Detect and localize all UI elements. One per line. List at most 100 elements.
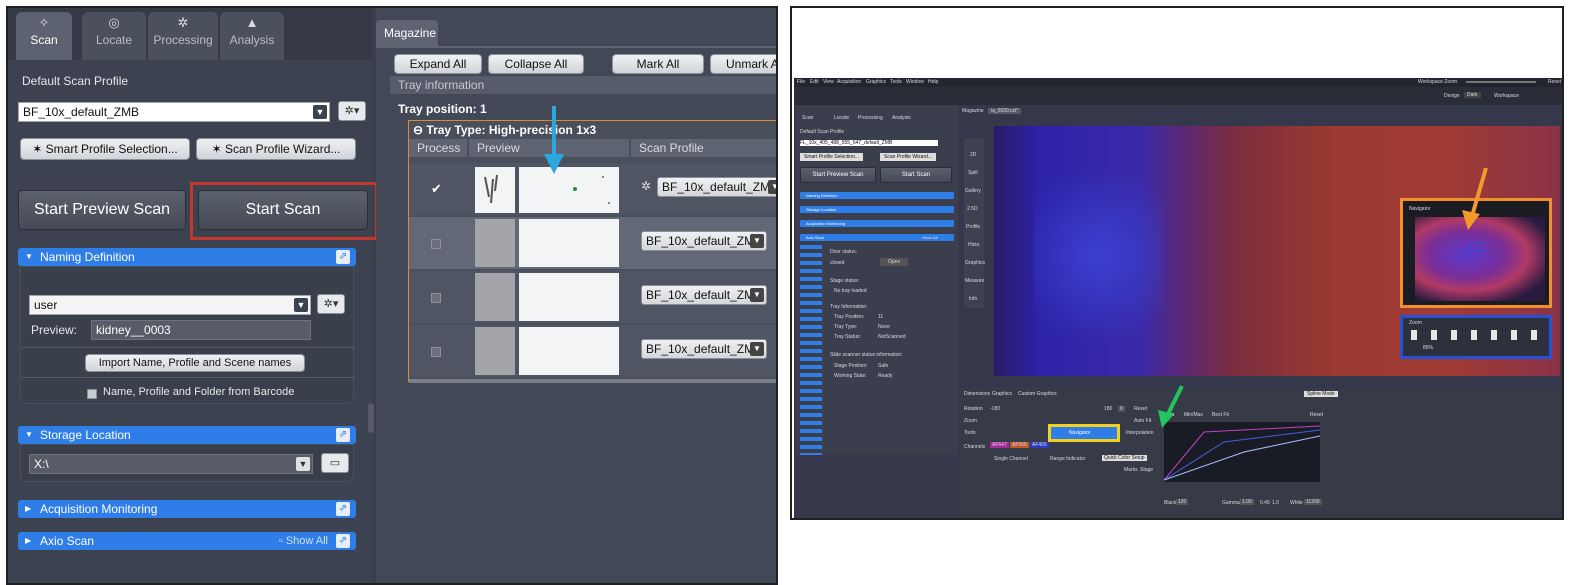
table-row[interactable]: BF_10x_default_ZMB ▼ [409, 271, 776, 323]
menu-window[interactable]: Window [906, 79, 924, 85]
black-value[interactable]: 120 [1176, 499, 1189, 505]
tab-scan[interactable]: Scan [802, 115, 813, 121]
storage-location-header[interactable]: ▼ Storage Location ⇗ [18, 426, 356, 444]
rotation-reset[interactable]: Reset [1134, 406, 1147, 412]
tab-analysis[interactable]: ▲ Analysis [220, 12, 284, 60]
folder-browse-button[interactable]: ▭ [321, 453, 349, 473]
white-value[interactable]: 11200 [1304, 499, 1322, 505]
row-profile-dropdown[interactable]: BF_10x_default_ZMB▼ [641, 231, 767, 251]
preview-name-field[interactable]: kidney__0003 [91, 320, 311, 340]
navigator-button[interactable]: Navigator [1048, 424, 1120, 442]
start-preview-scan-button[interactable]: Start Preview Scan [18, 190, 186, 230]
storage-location-header[interactable]: Storage Location [800, 206, 954, 213]
profile-dropdown[interactable]: BF_10x_default_ZMB ▼ [18, 102, 330, 122]
navigator-viewport-frame[interactable] [1469, 243, 1483, 251]
marks-button[interactable]: Marks [1124, 467, 1138, 473]
view-tab-graphics[interactable]: Graphics [965, 260, 985, 266]
naming-definition-header[interactable]: ▼ Naming Definition ⇗ [18, 248, 356, 266]
tab-scan[interactable]: ✧ Scan [16, 12, 72, 60]
tab-custom-graphics[interactable]: Custom Graphics [1018, 391, 1057, 397]
show-all-toggle[interactable]: Show All [922, 235, 937, 240]
process-checkbox[interactable] [431, 239, 441, 249]
smart-profile-button[interactable]: ✶ Smart Profile Selection... [20, 138, 190, 160]
profile-wizard-button[interactable]: Scan Profile Wizard... [880, 153, 937, 161]
channel-af405[interactable]: AF405 [1030, 442, 1049, 448]
channel-af555[interactable]: AF555 [1010, 442, 1029, 448]
tab-image-file[interactable]: ia_0020.czi* [988, 108, 1022, 114]
collapse-all-button[interactable]: Collapse All [488, 54, 584, 74]
view-tab-info[interactable]: Info [969, 296, 977, 302]
start-preview-scan-button[interactable]: Start Preview Scan [800, 167, 876, 183]
row-profile-dropdown[interactable]: BF_10x_default_ZMB▼ [641, 285, 767, 305]
view-tab-25d[interactable]: 2.5D [967, 206, 978, 212]
view-tab-2d[interactable]: 2D [970, 152, 976, 158]
view-tab-measure[interactable]: Measure [965, 278, 984, 284]
popout-icon[interactable]: ⇗ [336, 502, 350, 516]
tab-magazine[interactable]: Magazine [376, 20, 438, 46]
menu-tools[interactable]: Tools [890, 79, 902, 85]
axio-scan-header[interactable]: ▶ Axio Scan ▫ Show All ⇗ [18, 532, 356, 550]
menu-view[interactable]: View [823, 79, 834, 85]
menu-acquisition[interactable]: Acquisition [837, 79, 861, 85]
gamma-value[interactable]: 1.00 [1240, 499, 1254, 505]
popout-icon[interactable]: ⇗ [336, 428, 350, 442]
splitter-handle[interactable] [368, 403, 374, 433]
interpolation-checkbox[interactable]: Interpolation [1126, 430, 1154, 436]
profile-gear-button[interactable]: ✲▾ [338, 101, 366, 121]
menu-help[interactable]: Help [928, 79, 938, 85]
tray-type-header[interactable]: ⊖ Tray Type: High-precision 1x3 [413, 123, 596, 137]
rotation-value[interactable]: 0 [1118, 406, 1125, 412]
stage-button[interactable]: Stage [1140, 467, 1153, 473]
tab-locate[interactable]: Locate [834, 115, 849, 121]
tab-magazine[interactable]: Magazine [962, 108, 984, 114]
view-tab-split[interactable]: Split [968, 170, 978, 176]
acquisition-monitoring-header[interactable]: Acquisition Monitoring [800, 220, 954, 227]
horizontal-scrollbar[interactable] [409, 379, 776, 383]
table-row[interactable]: BF_10x_default_ZMB ▼ [409, 217, 776, 269]
table-row[interactable]: BF_10x_default_ZMB ▼ [409, 325, 776, 377]
histogram-reset[interactable]: Reset [1310, 412, 1323, 418]
storage-path-dropdown[interactable]: X:\ ▼ [29, 454, 313, 474]
zoom-preset-buttons[interactable] [1411, 330, 1545, 340]
tab-graphics[interactable]: Graphics [992, 391, 1012, 397]
single-channel-checkbox[interactable]: Single Channel [994, 456, 1028, 462]
workspace-zoom-slider[interactable] [1466, 81, 1536, 83]
menu-graphics[interactable]: Graphics [866, 79, 886, 85]
barcode-checkbox[interactable] [87, 389, 97, 399]
tab-processing[interactable]: Processing [858, 115, 883, 121]
menu-file[interactable]: File [797, 79, 805, 85]
process-checkbox[interactable] [431, 293, 441, 303]
histogram-chart[interactable] [1163, 422, 1321, 482]
popout-icon[interactable]: ⇗ [336, 534, 350, 548]
col-scan-profile[interactable]: Scan Profile [631, 139, 776, 157]
start-scan-button[interactable]: Start Scan [880, 167, 952, 183]
profile-wizard-button[interactable]: ✶ Scan Profile Wizard... [196, 138, 356, 160]
view-tab-gallery[interactable]: Gallery [965, 188, 981, 194]
profile-dropdown[interactable]: FL_10x_405_488_555_647_default_ZMB [800, 140, 938, 146]
unmark-all-button[interactable]: Unmark All [710, 54, 776, 74]
process-checkbox[interactable] [431, 347, 441, 357]
design-dropdown[interactable]: Dark [1464, 92, 1481, 98]
expand-all-button[interactable]: Expand All [394, 54, 482, 74]
process-checkbox-checked[interactable]: ✔ [431, 181, 442, 197]
smart-profile-button[interactable]: Smart Profile Selection... [800, 153, 864, 161]
tab-locate[interactable]: ◎ Locate [82, 12, 146, 60]
view-tab-histo[interactable]: Histo [968, 242, 979, 248]
workspace-reset-button[interactable]: Reset [1548, 79, 1561, 85]
open-door-button[interactable]: Open [880, 258, 909, 266]
col-process[interactable]: Process [409, 139, 467, 157]
range-indicator-checkbox[interactable]: Range Indicator [1050, 456, 1085, 462]
row-profile-dropdown[interactable]: BF_10x_default_ZMB▼ [641, 339, 767, 359]
spline-mode-button[interactable]: Spline Mode [1304, 391, 1338, 397]
tab-dimensions[interactable]: Dimensions [964, 391, 990, 397]
view-tab-profile[interactable]: Profile [966, 224, 980, 230]
start-scan-button[interactable]: Start Scan [198, 190, 368, 230]
row-profile-dropdown[interactable]: BF_10x_default_ZMB▼ [657, 177, 776, 197]
menu-edit[interactable]: Edit [810, 79, 819, 85]
best-fit-button[interactable]: Best Fit [1212, 412, 1229, 418]
channel-af647[interactable]: AF647 [990, 442, 1009, 448]
popout-icon[interactable]: ⇗ [336, 250, 350, 264]
import-names-button[interactable]: Import Name, Profile and Scene names [85, 354, 305, 372]
naming-definition-header[interactable]: Naming Definition [800, 192, 954, 199]
quick-color-button[interactable]: Quick Color Setup [1102, 455, 1147, 461]
